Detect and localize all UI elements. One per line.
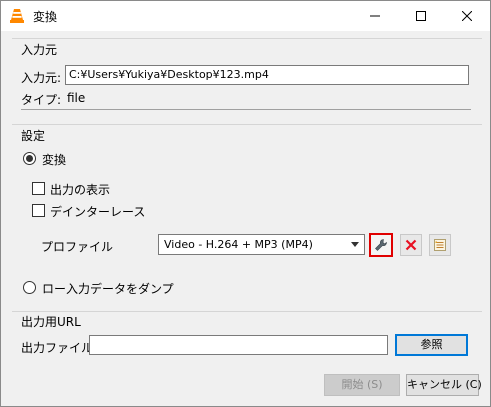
window-title: 変換 xyxy=(33,10,58,24)
convert-radio[interactable] xyxy=(23,152,36,165)
show-output-checkbox[interactable] xyxy=(32,182,45,195)
browse-button[interactable]: 参照 xyxy=(395,334,468,356)
output-file-field[interactable] xyxy=(89,335,388,355)
wrench-icon xyxy=(375,239,387,251)
input-source-field[interactable]: C:¥Users¥Yukiya¥Desktop¥123.mp4 xyxy=(65,65,469,85)
start-button[interactable]: 開始 (S) xyxy=(324,374,400,396)
delete-profile-button[interactable] xyxy=(400,234,422,256)
maximize-icon xyxy=(416,11,426,21)
minimize-button[interactable] xyxy=(352,1,398,31)
deinterlace-label[interactable]: デインターレース xyxy=(50,203,145,220)
new-profile-button[interactable] xyxy=(429,234,451,256)
cancel-button[interactable]: キャンセル (C) xyxy=(406,374,482,396)
output-group-frame xyxy=(12,311,482,312)
profile-label: プロファイル xyxy=(41,240,114,254)
source-group-title: 入力元 xyxy=(21,43,58,57)
dump-raw-label[interactable]: ロー入力データをダンプ xyxy=(42,280,174,297)
chevron-down-icon xyxy=(351,242,359,247)
output-group-title: 出力用URL xyxy=(21,315,81,329)
input-source-label: 入力元: xyxy=(21,71,62,85)
profile-select-value: Video - H.264 + MP3 (MP4) xyxy=(164,238,313,251)
convert-radio-label[interactable]: 変換 xyxy=(42,151,66,168)
close-button[interactable] xyxy=(444,1,490,31)
maximize-button[interactable] xyxy=(398,1,444,31)
profile-select[interactable]: Video - H.264 + MP3 (MP4) xyxy=(158,234,365,255)
convert-dialog: 変換 入力元 入力元: C:¥Users¥Yukiya¥Desktop¥123.… xyxy=(0,0,491,407)
title-bar[interactable]: 変換 xyxy=(1,1,490,31)
close-icon xyxy=(462,11,472,21)
settings-group-frame xyxy=(12,124,482,125)
delete-icon xyxy=(405,239,417,251)
type-label: タイプ: xyxy=(21,93,62,107)
deinterlace-checkbox[interactable] xyxy=(32,204,45,217)
output-file-label: 出力ファイル: xyxy=(21,341,98,355)
settings-group-title: 設定 xyxy=(21,129,46,143)
vlc-cone-icon xyxy=(10,9,24,23)
new-profile-icon xyxy=(434,239,446,251)
type-value: file xyxy=(67,91,86,105)
show-output-label[interactable]: 出力の表示 xyxy=(50,181,110,198)
dump-raw-radio[interactable] xyxy=(23,281,36,294)
edit-profile-button[interactable] xyxy=(369,233,393,257)
source-separator xyxy=(21,109,471,110)
source-group-frame xyxy=(12,38,482,39)
minimize-icon xyxy=(370,15,380,17)
